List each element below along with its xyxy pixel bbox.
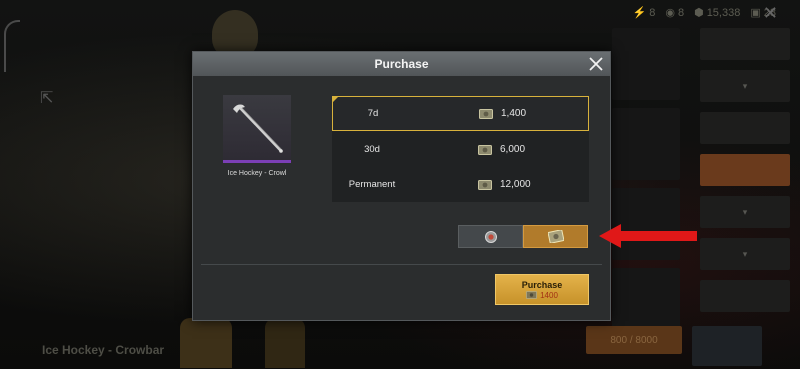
divider: [201, 264, 602, 265]
background-action-button: [692, 326, 762, 366]
option-label: Permanent: [348, 179, 396, 190]
red-arrow-annotation: [599, 224, 697, 248]
option-permanent[interactable]: Permanent 12,000: [332, 167, 589, 202]
option-7d[interactable]: 7d 1,400: [332, 96, 589, 131]
side-menu-item-active: [700, 154, 790, 186]
side-menu-item: ▾: [700, 196, 790, 228]
silver-bill-icon: [478, 144, 492, 155]
currency-silver-button[interactable]: [523, 225, 588, 248]
silver-bill-icon: [526, 291, 538, 299]
background-buy-button: 800 / 8000: [586, 326, 682, 354]
status-item: ⬢ 15,338: [694, 6, 741, 20]
option-price: 1,400: [479, 108, 526, 119]
back-arrow-icon[interactable]: ⇱: [40, 88, 53, 108]
selected-marker: [332, 96, 339, 103]
status-item: ⚡ 8: [632, 6, 656, 20]
crowbar-icon: [233, 104, 283, 153]
option-label: 7d: [367, 108, 379, 119]
currency-status-bar: ⚡ 8 ◉ 8 ⬢ 15,338 ▣ 28: [632, 6, 776, 20]
background-tile: [612, 108, 680, 180]
side-menu-item: [700, 112, 790, 144]
silver-bill-icon: [478, 179, 492, 190]
item-preview-edge: [4, 20, 20, 72]
purchase-dialog: Purchase Ice Hockey - Crowl 7d 1,400 30d…: [192, 51, 611, 321]
character-legs: [180, 318, 232, 368]
purchase-price-value: 1400: [540, 290, 558, 300]
close-button[interactable]: [585, 53, 607, 75]
side-menu-item: [700, 28, 790, 60]
silver-bill-icon: [547, 230, 564, 243]
item-name: Ice Hockey - Crowl: [227, 170, 287, 177]
item-thumbnail: [223, 95, 291, 163]
purchase-button-price: 1400: [526, 291, 558, 300]
background-item-name: Ice Hockey - Crowbar: [42, 343, 165, 357]
dialog-header: Purchase: [193, 52, 610, 76]
silver-bill-icon: [479, 108, 493, 119]
background-side-menu: ▾ ▾ ▾: [700, 28, 790, 322]
duration-options: 7d 1,400 30d 6,000 Permanent 12,000: [332, 96, 589, 202]
currency-toggle: [458, 225, 588, 248]
bp-coin-icon: [484, 230, 497, 243]
option-30d[interactable]: 30d 6,000: [332, 132, 589, 167]
background-tile: [612, 28, 680, 100]
option-price-value: 1,400: [501, 108, 527, 119]
close-icon: [589, 57, 603, 71]
option-price-value: 12,000: [500, 179, 531, 190]
screen-close-icon[interactable]: ✕: [763, 3, 778, 24]
purchase-button-label: Purchase: [521, 279, 563, 290]
side-menu-item: ▾: [700, 238, 790, 270]
background-item-grid: [612, 28, 680, 348]
purchase-button[interactable]: Purchase 1400: [495, 274, 589, 305]
side-menu-item: [700, 280, 790, 312]
currency-bp-button[interactable]: [458, 225, 523, 248]
option-price: 12,000: [478, 179, 531, 190]
status-item: ◉ 8: [665, 6, 685, 20]
side-menu-item: ▾: [700, 70, 790, 102]
option-price-value: 6,000: [500, 144, 526, 155]
character-legs-right: [265, 318, 305, 368]
dialog-title: Purchase: [374, 57, 429, 71]
option-label: 30d: [364, 144, 380, 155]
option-price: 6,000: [478, 144, 525, 155]
